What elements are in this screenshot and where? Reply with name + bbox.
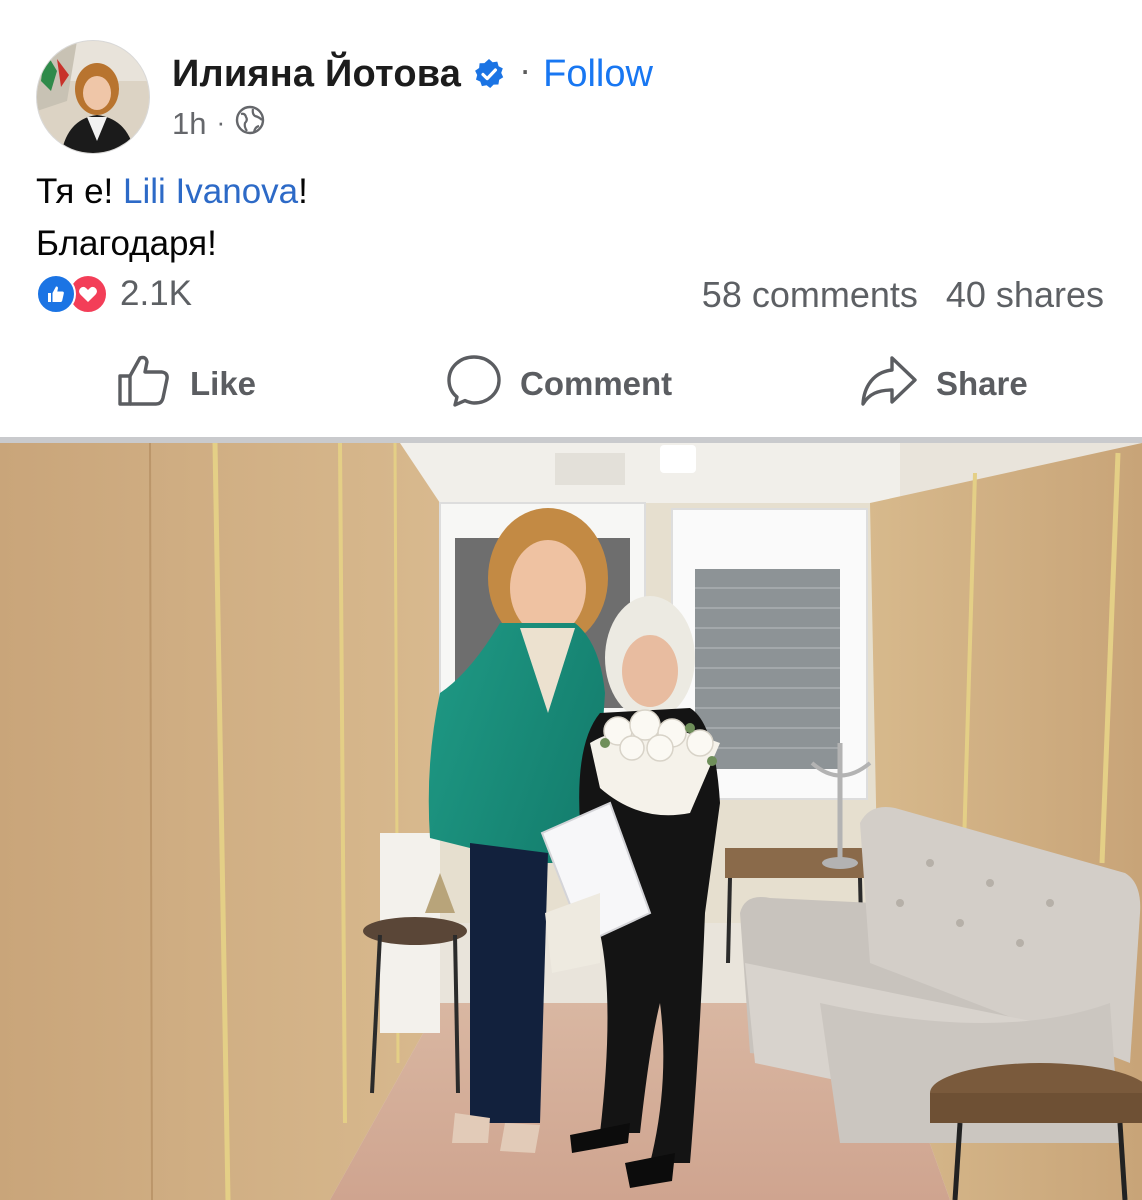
- comment-label: Comment: [520, 365, 673, 402]
- post-photo[interactable]: [0, 443, 1142, 1200]
- globe-icon: [235, 105, 265, 143]
- follow-button[interactable]: Follow: [543, 53, 653, 96]
- like-reaction-icon: [36, 274, 76, 314]
- reactions-summary[interactable]: 2.1K: [36, 274, 192, 314]
- post-text-suffix: !: [298, 172, 308, 211]
- share-label: Share: [936, 365, 1028, 402]
- action-bar: Like Comment Share: [0, 350, 1142, 418]
- post-text-line-2: Благодаря!: [36, 224, 217, 263]
- like-button[interactable]: Like: [116, 350, 256, 418]
- shares-count[interactable]: 40 shares: [946, 274, 1104, 316]
- engagement-counts: 58 comments 40 shares: [702, 274, 1104, 316]
- like-label: Like: [190, 365, 257, 402]
- post-text-prefix: Тя е!: [36, 172, 124, 211]
- separator-dot: ·: [519, 49, 532, 90]
- verified-badge-icon: [473, 58, 505, 90]
- post-text: Тя е! Lili Ivanova! Благодаря!: [36, 166, 308, 270]
- post-text-line-1: Тя е! Lili Ivanova!: [36, 166, 308, 218]
- mention-link[interactable]: Lili Ivanova: [123, 172, 298, 211]
- author-line: Илияна Йотова · Follow: [172, 49, 653, 98]
- share-button[interactable]: Share: [860, 350, 1028, 418]
- share-arrow-icon: [860, 352, 936, 416]
- meta-separator: ·: [216, 106, 226, 137]
- reaction-count: 2.1K: [120, 274, 192, 313]
- author-avatar[interactable]: [36, 40, 150, 154]
- comment-bubble-icon: [446, 352, 520, 416]
- post-timestamp[interactable]: 1h: [172, 106, 206, 142]
- comments-count[interactable]: 58 comments: [702, 274, 918, 316]
- comment-button[interactable]: Comment: [446, 350, 672, 418]
- post-meta: 1h ·: [172, 104, 265, 144]
- thumbs-up-icon: [116, 352, 190, 416]
- author-name[interactable]: Илияна Йотова: [172, 53, 461, 96]
- post-stats: 2.1K 58 comments 40 shares: [36, 268, 1106, 320]
- post-header: Илияна Йотова · Follow 1h ·: [0, 0, 1142, 160]
